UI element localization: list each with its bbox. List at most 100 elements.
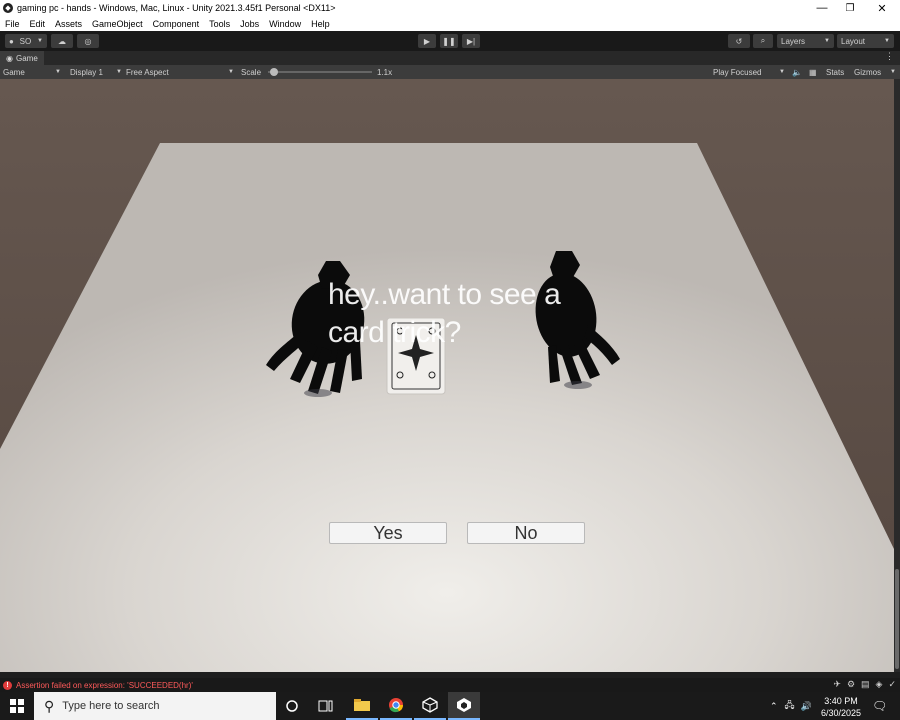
gizmos-dropdown[interactable]: Gizmos ▼ xyxy=(854,65,896,79)
unity-hub-icon[interactable] xyxy=(414,692,446,720)
menu-gameobject[interactable]: GameObject xyxy=(87,19,148,29)
taskbar-search[interactable]: ⚲ Type here to search xyxy=(34,692,276,720)
scrollbar-thumb[interactable] xyxy=(895,569,899,669)
cloud-button[interactable]: ☁ xyxy=(51,34,73,48)
clock-time: 3:40 PM xyxy=(824,696,858,706)
chevron-down-icon: ▼ xyxy=(890,69,896,75)
account-icon: ● xyxy=(9,36,14,46)
layers-label: Layers xyxy=(781,36,806,46)
history-icon: ↺ xyxy=(735,36,743,46)
game-mode-dropdown[interactable]: Game ▼ xyxy=(3,65,61,79)
stats-button[interactable]: Stats xyxy=(826,65,844,79)
game-view-controls: Game ▼ Display 1 ▼ Free Aspect ▼ Scale 1… xyxy=(0,65,900,79)
play-icon: ▶ xyxy=(423,36,431,46)
game-viewport[interactable]: hey..want to see a card trick? xyxy=(0,79,894,672)
layout-dropdown[interactable]: Layout ▼ xyxy=(837,34,894,48)
status-icons: ✈ ⚙ ▤ ◈ ✓ xyxy=(833,679,896,690)
pause-button[interactable]: ❚❚ xyxy=(440,34,458,48)
aspect-label: Free Aspect xyxy=(126,67,169,77)
clock-date: 6/30/2025 xyxy=(820,708,862,718)
menu-help[interactable]: Help xyxy=(306,19,335,29)
play-button[interactable]: ▶ xyxy=(418,34,436,48)
scale-slider-track[interactable] xyxy=(268,71,372,73)
file-explorer-icon[interactable] xyxy=(346,692,378,720)
scale-label: Scale xyxy=(241,67,262,77)
chevron-down-icon: ▼ xyxy=(824,38,830,44)
debug-icon[interactable]: ◈ xyxy=(876,679,883,690)
console-status-bar[interactable]: ! Assertion failed on expression: 'SUCCE… xyxy=(0,678,900,692)
menu-window[interactable]: Window xyxy=(264,19,306,29)
viewport-scrollbar[interactable] xyxy=(894,79,900,672)
chrome-logo-icon xyxy=(389,698,403,713)
display-dropdown[interactable]: Display 1 ▼ xyxy=(70,65,122,79)
task-view-glyph-icon xyxy=(318,700,333,712)
play-mode-label: Play Focused xyxy=(713,67,762,77)
scale-slider-handle[interactable] xyxy=(270,68,278,76)
aspect-dropdown[interactable]: Free Aspect ▼ xyxy=(126,65,234,79)
cortana-icon[interactable] xyxy=(276,692,308,720)
chevron-down-icon: ▼ xyxy=(55,69,61,75)
menu-component[interactable]: Component xyxy=(148,19,205,29)
no-network-icon[interactable]: ✈ xyxy=(833,679,841,690)
unity-editor-icon[interactable] xyxy=(448,692,480,720)
yes-button[interactable]: Yes xyxy=(329,522,447,544)
cache-icon[interactable]: ▤ xyxy=(861,679,870,690)
step-icon: ▶| xyxy=(466,36,476,46)
tray-chevron-up-icon[interactable]: ⌃ xyxy=(770,701,778,712)
close-button[interactable]: ✕ xyxy=(866,0,898,16)
gizmos-label: Gizmos xyxy=(854,67,882,77)
chevron-down-icon: ▼ xyxy=(116,69,122,75)
layers-dropdown[interactable]: Layers ▼ xyxy=(777,34,834,48)
cortana-circle-icon xyxy=(286,700,298,712)
system-tray: ⌃ 🖧 🔊 xyxy=(770,692,812,720)
menu-bar: File Edit Assets GameObject Component To… xyxy=(0,16,900,31)
menu-assets[interactable]: Assets xyxy=(50,19,87,29)
window-title: gaming pc - hands - Windows, Mac, Linux … xyxy=(17,3,336,13)
volume-icon[interactable]: 🔊 xyxy=(801,701,812,712)
pause-icon: ❚❚ xyxy=(442,36,456,46)
chevron-down-icon: ▼ xyxy=(228,69,234,75)
search-icon: ⚲ xyxy=(44,697,55,714)
audio-mute-icon[interactable]: 🔈 xyxy=(792,65,802,79)
no-button[interactable]: No xyxy=(467,522,585,544)
taskbar-clock[interactable]: 3:40 PM 6/30/2025 xyxy=(814,695,868,719)
search-button[interactable]: ⌕ xyxy=(753,34,773,48)
task-view-icon[interactable] xyxy=(310,692,342,720)
account-dropdown[interactable]: ● SO ▼ xyxy=(5,34,47,48)
shortcuts-icon[interactable]: ▦ xyxy=(809,65,817,79)
play-mode-dropdown[interactable]: Play Focused ▼ xyxy=(713,65,785,79)
check-icon[interactable]: ✓ xyxy=(888,679,896,690)
network-icon[interactable]: 🖧 xyxy=(785,698,795,714)
windows-logo-icon xyxy=(10,699,24,713)
account-label: SO xyxy=(19,36,32,46)
screen: ◆ gaming pc - hands - Windows, Mac, Linu… xyxy=(0,0,900,720)
progress-icon[interactable]: ⚙ xyxy=(847,679,855,690)
menu-tools[interactable]: Tools xyxy=(204,19,235,29)
console-message[interactable]: Assertion failed on expression: 'SUCCEED… xyxy=(16,681,193,690)
search-icon: ⌕ xyxy=(760,36,766,45)
cloud-icon: ☁ xyxy=(58,36,66,46)
search-placeholder: Type here to search xyxy=(62,700,160,712)
title-bar: ◆ gaming pc - hands - Windows, Mac, Linu… xyxy=(0,0,900,16)
maximize-button[interactable]: ❐ xyxy=(834,0,866,16)
notifications-icon[interactable]: 🗨 xyxy=(872,692,887,720)
chrome-icon[interactable] xyxy=(380,692,412,720)
unity-logo-icon xyxy=(457,698,471,712)
collab-icon: ◎ xyxy=(84,36,92,46)
start-button[interactable] xyxy=(0,692,34,720)
more-options-icon[interactable]: ⋮ xyxy=(885,51,894,62)
chevron-down-icon: ▼ xyxy=(884,38,890,44)
menu-edit[interactable]: Edit xyxy=(25,19,51,29)
menu-jobs[interactable]: Jobs xyxy=(235,19,264,29)
history-button[interactable]: ↺ xyxy=(728,34,750,48)
tab-game[interactable]: ◉ Game xyxy=(0,51,44,65)
step-button[interactable]: ▶| xyxy=(462,34,480,48)
display-label: Display 1 xyxy=(70,67,103,77)
chevron-down-icon: ▼ xyxy=(779,69,785,75)
menu-file[interactable]: File xyxy=(0,19,25,29)
unity-logo-icon: ◆ xyxy=(3,3,13,13)
chevron-down-icon: ▼ xyxy=(37,38,43,44)
tab-game-label: Game xyxy=(15,53,38,63)
collab-button[interactable]: ◎ xyxy=(77,34,99,48)
gamepad-icon: ◉ xyxy=(6,53,13,63)
